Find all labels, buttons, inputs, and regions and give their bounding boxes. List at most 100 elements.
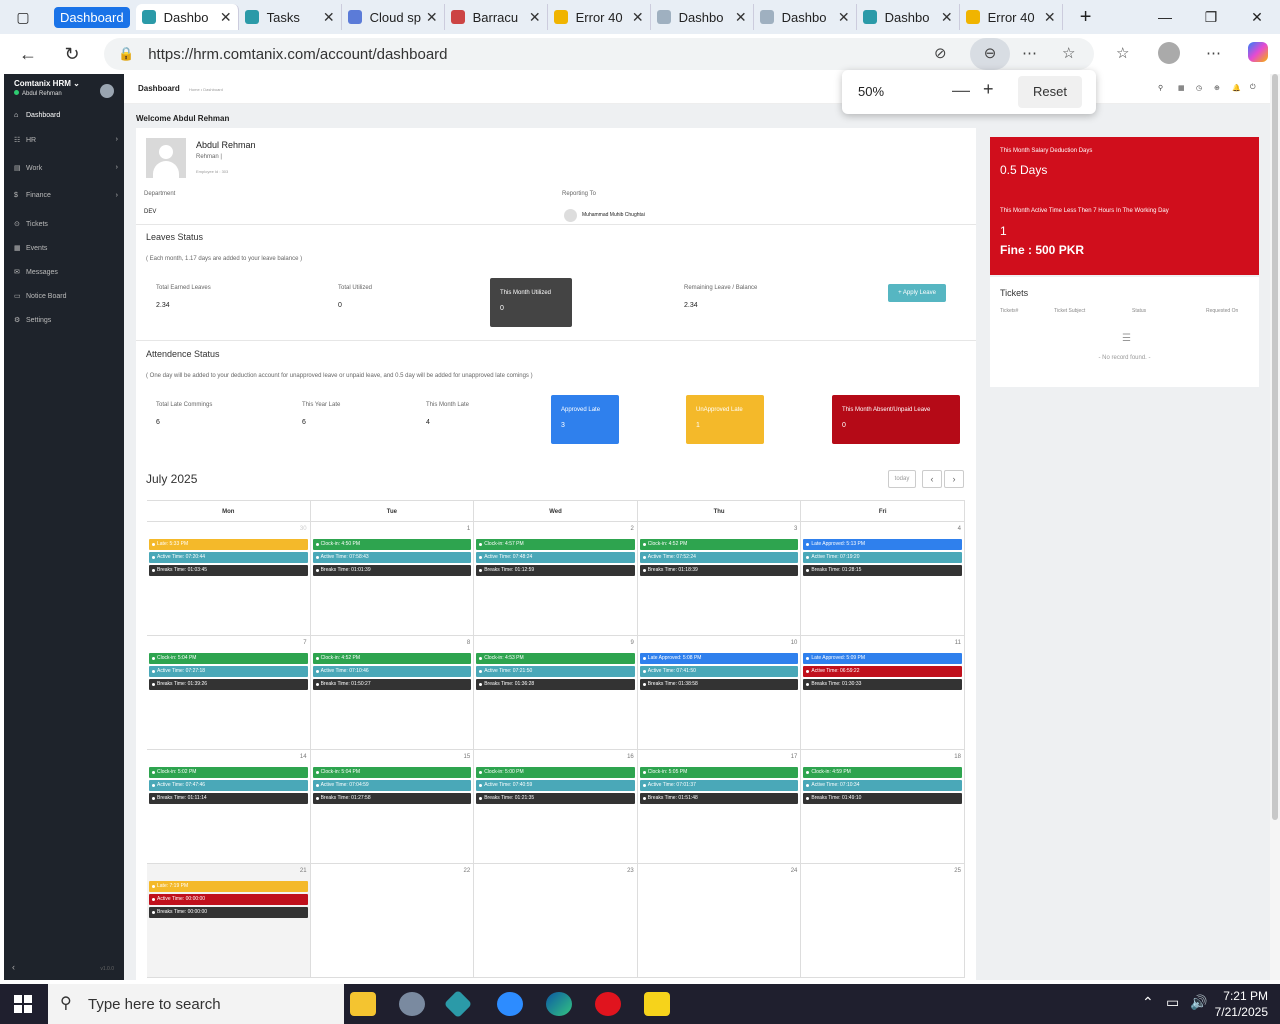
sidebar-item-dashboard[interactable]: ⌂ Dashboard: [14, 112, 118, 119]
calendar-event[interactable]: Active Time: 07:01:37: [639, 780, 799, 791]
app-icon[interactable]: [399, 992, 425, 1016]
tracking-icon[interactable]: ⊘: [934, 44, 947, 62]
calendar-event[interactable]: Breaks Time: 01:21:35: [476, 793, 635, 804]
calendar-event[interactable]: Breaks Time: 01:39:26: [149, 679, 308, 690]
zoom-icon[interactable]: ⊖: [970, 38, 1010, 70]
ticket-col[interactable]: Requested On: [1206, 308, 1238, 314]
sidebar-item-events[interactable]: ▦ Events: [14, 244, 118, 252]
tab-close-icon[interactable]: ✕: [941, 9, 953, 26]
calendar-day-cell[interactable]: 16 Clock-in: 5:00 PM Active Time: 07:40:59…: [474, 750, 638, 864]
calendar-event[interactable]: Breaks Time: 01:28:15: [803, 565, 962, 576]
calendar-event[interactable]: Clock-in: 4:52 PM: [639, 539, 799, 550]
calendar-day-cell[interactable]: 9 Clock-in: 4:53 PM Active Time: 07:21:50 B…: [474, 636, 638, 750]
close-window-icon[interactable]: ✕: [1234, 0, 1280, 34]
calendar-event[interactable]: Clock-in: 5:04 PM: [312, 767, 472, 778]
calendar-event[interactable]: Active Time: 07:10:34: [803, 780, 962, 791]
calendar-event[interactable]: Breaks Time: 01:01:39: [312, 565, 472, 576]
opera-icon[interactable]: [595, 992, 621, 1016]
more-tools-icon[interactable]: ⋯: [1022, 44, 1037, 62]
tab-close-icon[interactable]: ✕: [220, 9, 232, 26]
calendar-event[interactable]: Late Approved: 5:09 PM: [803, 653, 962, 664]
browser-tab[interactable]: Cloud sp ✕: [342, 4, 445, 30]
calendar-event[interactable]: Breaks Time: 01:12:59: [476, 565, 635, 576]
calendar-day-cell[interactable]: 23: [474, 864, 638, 978]
calendar-event[interactable]: Active Time: 07:21:50: [476, 666, 635, 677]
ticket-col[interactable]: Ticket Subject: [1054, 308, 1085, 314]
tab-actions-icon[interactable]: ▢: [0, 0, 46, 34]
tab-close-icon[interactable]: ✕: [426, 9, 438, 26]
calendar-event[interactable]: Breaks Time: 01:36:28: [476, 679, 635, 690]
windows-start-icon[interactable]: [14, 995, 32, 1013]
bell-icon[interactable]: 🔔: [1232, 84, 1241, 92]
calendar-day-cell[interactable]: 14 Clock-in: 5:02 PM Active Time: 07:47:46…: [147, 750, 311, 864]
browser-tab[interactable]: Error 40 ✕: [960, 4, 1063, 30]
calendar-event[interactable]: Late Approved: 5:13 PM: [803, 539, 962, 550]
calendar-event[interactable]: Clock-in: 5:05 PM: [639, 767, 799, 778]
file-explorer-icon[interactable]: [350, 992, 376, 1016]
calendar-event[interactable]: Breaks Time: 01:03:45: [149, 565, 308, 576]
new-tab-icon[interactable]: +: [1063, 0, 1109, 34]
calendar-event[interactable]: Active Time: 07:58:43: [312, 552, 472, 563]
tab-close-icon[interactable]: ✕: [632, 9, 644, 26]
scroll-thumb[interactable]: [1272, 74, 1278, 820]
calendar-day-cell[interactable]: 1 Clock-in: 4:50 PM Active Time: 07:58:43 B…: [310, 522, 475, 636]
calendar-event[interactable]: Breaks Time: 01:50:27: [312, 679, 472, 690]
calendar-day-cell[interactable]: 25: [801, 864, 965, 978]
calendar-event[interactable]: Active Time: 07:47:46: [149, 780, 308, 791]
browser-tab[interactable]: Dashbo ✕: [857, 4, 960, 30]
calendar-event[interactable]: Late: 5:33 PM: [149, 539, 308, 550]
calendar-day-cell[interactable]: 30 Late: 5:33 PM Active Time: 07:20:44 Brea…: [147, 522, 311, 636]
sidebar-item-work[interactable]: ▤ Work ›: [14, 164, 118, 172]
calendar-event[interactable]: Active Time: 07:52:24: [639, 552, 799, 563]
minimize-icon[interactable]: —: [1142, 0, 1188, 34]
sidebar-item-finance[interactable]: $ Finance ›: [14, 192, 118, 199]
calendar-day-cell[interactable]: 21 Late: 7:19 PM Active Time: 00:00:00 Brea…: [147, 864, 311, 978]
clock-icon[interactable]: ◷: [1196, 84, 1202, 92]
back-icon[interactable]: ←: [8, 44, 48, 65]
sticky-notes-icon[interactable]: [644, 992, 670, 1016]
calendar-event[interactable]: Clock-in: 5:00 PM: [476, 767, 635, 778]
calendar-event[interactable]: Late Approved: 5:08 PM: [639, 653, 799, 664]
sidebar-item-hr[interactable]: ☷ HR ›: [14, 136, 118, 144]
calendar-event[interactable]: Clock-in: 4:59 PM: [803, 767, 962, 778]
calendar-event[interactable]: Breaks Time: 00:00:00: [149, 907, 308, 918]
calendar-day-cell[interactable]: 15 Clock-in: 5:04 PM Active Time: 07:04:59…: [310, 750, 475, 864]
sidebar-item-tickets[interactable]: ⊙ Tickets: [14, 220, 118, 228]
tray-chevron-icon[interactable]: ⌃: [1142, 994, 1154, 1011]
calendar-event[interactable]: Clock-in: 4:57 PM: [476, 539, 635, 550]
restore-icon[interactable]: ❐: [1188, 0, 1234, 34]
next-month-button[interactable]: ›: [944, 470, 964, 488]
calendar-icon[interactable]: ▦: [1178, 84, 1185, 92]
calendar-event[interactable]: Active Time: 07:04:59: [312, 780, 472, 791]
tab-close-icon[interactable]: ✕: [838, 9, 850, 26]
sidebar-item-settings[interactable]: ⚙ Settings: [14, 316, 118, 324]
calendar-day-cell[interactable]: 2 Clock-in: 4:57 PM Active Time: 07:48:24 B…: [474, 522, 638, 636]
ticket-col[interactable]: Tickets#: [1000, 308, 1018, 314]
tab-close-icon[interactable]: ✕: [1044, 9, 1056, 26]
zoom-in-button[interactable]: +: [983, 79, 994, 100]
apply-leave-button[interactable]: + Apply Leave: [888, 284, 946, 302]
today-button[interactable]: today: [888, 470, 916, 488]
calendar-event[interactable]: Active Time: 07:10:46: [312, 666, 472, 677]
calendar-event[interactable]: Clock-in: 5:02 PM: [149, 767, 308, 778]
tab-close-icon[interactable]: ✕: [323, 9, 335, 26]
search-icon[interactable]: ⚲: [1158, 84, 1163, 92]
browser-tab[interactable]: Dashbo ✕: [135, 4, 239, 30]
copilot-icon[interactable]: [1248, 42, 1268, 62]
calendar-day-cell[interactable]: 22: [310, 864, 475, 978]
zoom-reset-button[interactable]: Reset: [1018, 76, 1082, 108]
browser-tab[interactable]: Dashbo ✕: [754, 4, 857, 30]
volume-icon[interactable]: 🔊: [1190, 994, 1207, 1011]
calendar-event[interactable]: Active Time: 07:48:24: [476, 552, 635, 563]
calendar-event[interactable]: Active Time: 07:19:20: [803, 552, 962, 563]
calendar-day-cell[interactable]: 3 Clock-in: 4:52 PM Active Time: 07:52:24 B…: [637, 522, 802, 636]
calendar-event[interactable]: Active Time: 07:40:59: [476, 780, 635, 791]
taskbar-search[interactable]: ⚲ Type here to search: [48, 984, 344, 1024]
calendar-day-cell[interactable]: 18 Clock-in: 4:59 PM Active Time: 07:10:34…: [801, 750, 965, 864]
zoom-app-icon[interactable]: [497, 992, 523, 1016]
calendar-event[interactable]: Clock-in: 4:50 PM: [312, 539, 472, 550]
browser-tab[interactable]: Barracu ✕: [445, 4, 548, 30]
ticket-col[interactable]: Status: [1132, 308, 1146, 314]
lock-icon[interactable]: 🔒: [118, 46, 134, 62]
collapse-icon[interactable]: ‹: [12, 962, 15, 972]
